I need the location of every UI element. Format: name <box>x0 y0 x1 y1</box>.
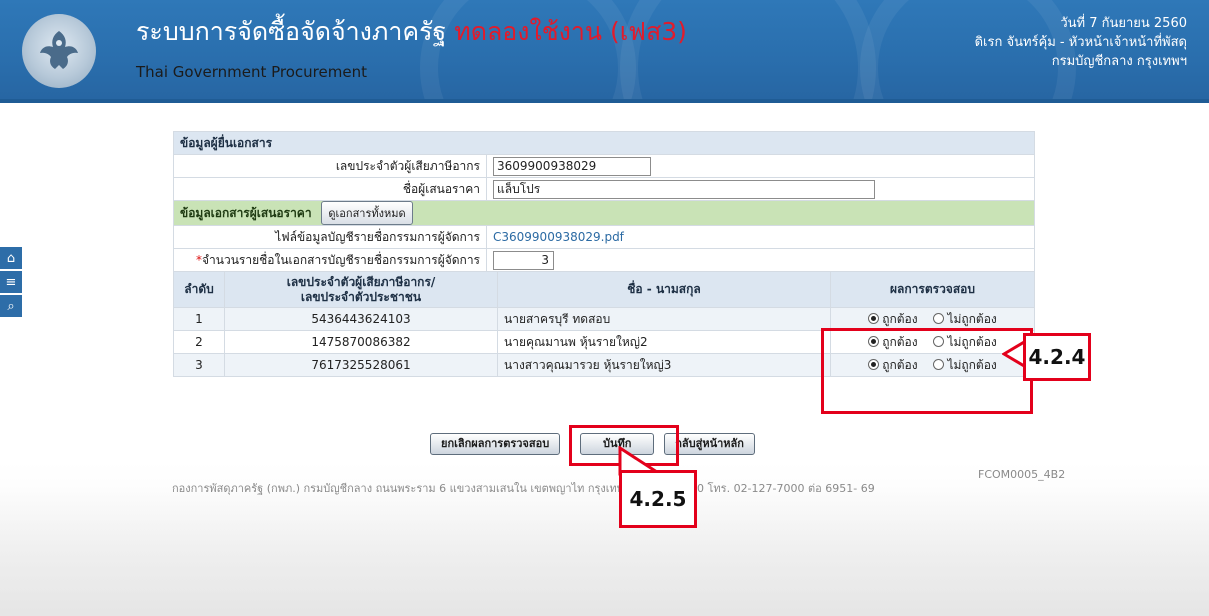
page-subtitle: Thai Government Procurement <box>136 63 367 81</box>
menu-icon[interactable]: ≡ <box>0 271 22 293</box>
user-info: วันที่ 7 กันยายน 2560 ดิเรก จันทร์คุ้ม -… <box>975 14 1187 71</box>
director-file-link[interactable]: C3609900938029.pdf <box>493 230 624 244</box>
col-id-header-line1: เลขประจำตัวผู้เสียภาษีอากร/ <box>286 274 436 289</box>
bidder-field[interactable]: แล็บโปร <box>493 179 875 199</box>
director-file-label: ไฟล์ข้อมูลบัญชีรายชื่อกรรมการผู้จัดการ <box>173 225 487 249</box>
user-name: ดิเรก จันทร์คุ้ม - หัวหน้าเจ้าหน้าที่พัส… <box>974 35 1187 50</box>
row-name: นางสาวคุณมารวย หุ้นรายใหญ่3 <box>497 353 831 377</box>
col-id-header: เลขประจำตัวผู้เสียภาษีอากร/เลขประจำตัวปร… <box>224 271 498 308</box>
annotation-label-424: 4.2.4 <box>1023 333 1091 381</box>
tax-id-field[interactable]: 3609900938029 <box>493 156 651 176</box>
garuda-emblem-icon <box>40 31 78 69</box>
title-main: ระบบการจัดซื้อจัดจ้างภาครัฐ <box>136 17 455 46</box>
col-id-header-line2: เลขประจำตัวประชาชน <box>300 289 422 304</box>
director-count-label: จำนวนรายชื่อในเอกสารบัญชีรายชื่อกรรมการผ… <box>202 252 480 267</box>
radio-unchecked-icon <box>933 312 945 324</box>
row-id: 1475870086382 <box>224 330 498 354</box>
app-header: ระบบการจัดซื้อจัดจ้างภาครัฐ ทดลองใช้งาน … <box>0 0 1209 99</box>
cancel-check-button[interactable]: ยกเลิกผลการตรวจสอบ <box>430 433 561 455</box>
footer-text: กองการพัสดุภาครัฐ (กพภ.) กรมบัญชีกลาง ถน… <box>172 482 875 495</box>
col-name-header: ชื่อ - นามสกุล <box>497 271 831 308</box>
director-count-field[interactable]: 3 <box>493 250 554 270</box>
tax-id-label: เลขประจำตัวผู้เสียภาษีอากร <box>173 154 487 178</box>
col-seq-header: ลำดับ <box>173 271 225 308</box>
row-id: 7617325528061 <box>224 353 498 377</box>
search-icon[interactable]: ⌕ <box>0 295 22 317</box>
view-all-documents-button[interactable]: ดูเอกสารทั้งหมด <box>321 201 413 225</box>
row-seq: 1 <box>173 307 225 331</box>
row-id: 5436443624103 <box>224 307 498 331</box>
bidder-label: ชื่อผู้เสนอราคา <box>173 177 487 201</box>
row-name: นายคุณมานพ หุ้นรายใหญ่2 <box>497 330 831 354</box>
annotation-label-425: 4.2.5 <box>619 470 697 528</box>
radio-checked-icon <box>868 312 880 324</box>
current-date: วันที่ 7 กันยายน 2560 <box>1060 16 1187 31</box>
user-org: กรมบัญชีกลาง กรุงเทพฯ <box>1051 54 1187 69</box>
submitter-table: ข้อมูลผู้ยื่นเอกสาร เลขประจำตัวผู้เสียภา… <box>173 131 1035 272</box>
radio-incorrect[interactable]: ไม่ถูกต้อง <box>933 311 997 326</box>
documents-section-title: ข้อมูลเอกสารผู้เสนอราคา <box>180 206 312 220</box>
row-seq: 2 <box>173 330 225 354</box>
title-highlight: ทดลองใช้งาน (เฟส3) <box>454 17 687 46</box>
page-title: ระบบการจัดซื้อจัดจ้างภาครัฐ ทดลองใช้งาน … <box>136 12 687 52</box>
government-logo <box>22 14 96 88</box>
row-name: นายสาครบุรี ทดสอบ <box>497 307 831 331</box>
radio-incorrect-label: ไม่ถูกต้อง <box>947 311 997 326</box>
skyline-watermark <box>0 486 1209 616</box>
col-result-header: ผลการตรวจสอบ <box>830 271 1035 308</box>
radio-correct[interactable]: ถูกต้อง <box>868 311 918 326</box>
submitter-section-title: ข้อมูลผู้ยื่นเอกสาร <box>173 131 1035 155</box>
radio-correct-label: ถูกต้อง <box>882 311 918 326</box>
director-count-label-cell: *จำนวนรายชื่อในเอกสารบัญชีรายชื่อกรรมการ… <box>173 248 487 272</box>
documents-section: ข้อมูลเอกสารผู้เสนอราคา ดูเอกสารทั้งหมด <box>173 200 1035 226</box>
home-icon[interactable]: ⌂ <box>0 247 22 269</box>
form-code: FCOM0005_4B2 <box>978 468 1066 481</box>
side-nav: ⌂ ≡ ⌕ <box>0 247 22 319</box>
row-seq: 3 <box>173 353 225 377</box>
